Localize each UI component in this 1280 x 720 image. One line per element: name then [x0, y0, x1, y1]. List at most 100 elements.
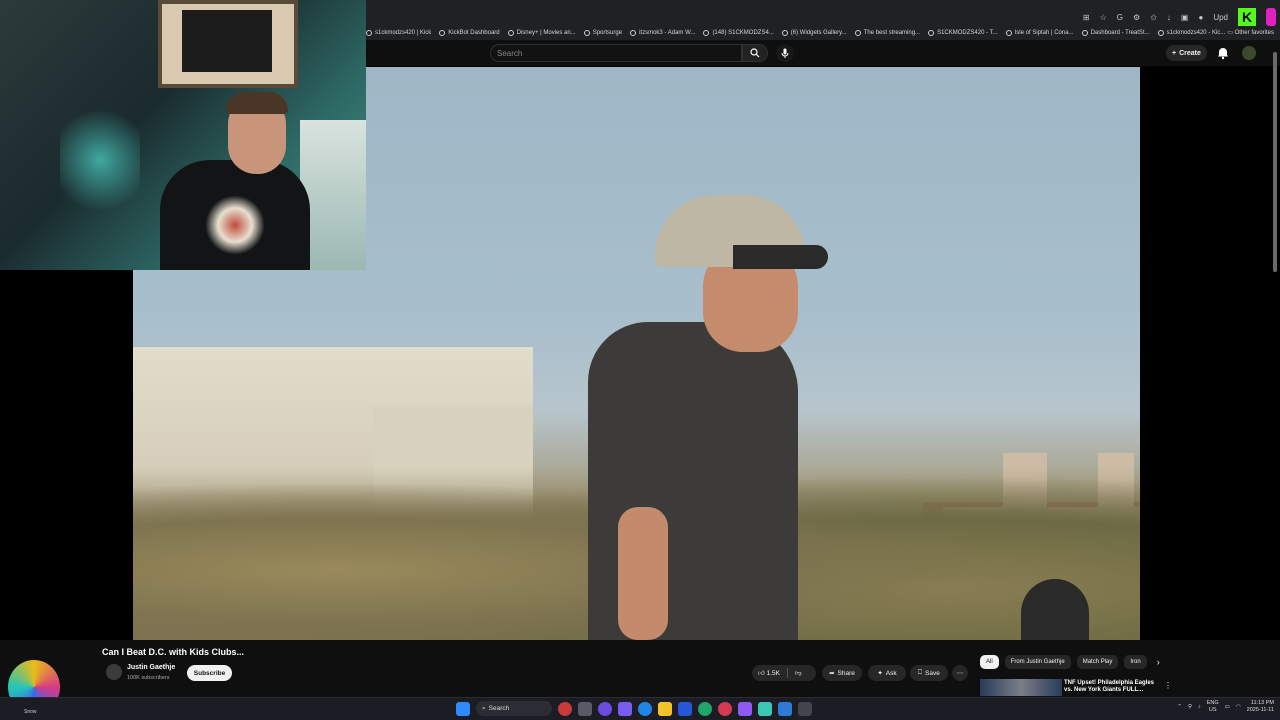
bookmark-item[interactable]: Dashboard - TreatSt...: [1081, 30, 1150, 36]
filter-chip[interactable]: All: [980, 655, 999, 669]
language-indicator[interactable]: ENG US: [1207, 700, 1219, 713]
bookmark-item[interactable]: itzsmok3 - Adam W...: [630, 30, 695, 36]
microphone-icon: [781, 48, 789, 58]
share-label: Share: [837, 669, 855, 677]
globe-icon: [1157, 30, 1164, 36]
settings-gear-icon[interactable]: ⚙: [1133, 13, 1140, 22]
bookmark-icon: ⎕: [918, 669, 923, 676]
wallet-icon[interactable]: ▣: [1181, 13, 1189, 22]
bookmark-item[interactable]: Isle of Siptah | Cona...: [1005, 30, 1074, 36]
bookmark-label: (148) S1CKMODZS4...: [712, 30, 774, 36]
bookmark-item[interactable]: S1CKMODZS420 - T...: [928, 30, 998, 36]
share-arrow-icon: ➦: [829, 670, 835, 677]
bookmark-label: s1ckmodzs420 | Kick: [375, 30, 432, 36]
recommended-video-title[interactable]: TNF Upset! Philadelphia Eagles vs. New Y…: [1064, 680, 1164, 694]
subscribe-button[interactable]: Subscribe: [187, 665, 232, 681]
search-button[interactable]: [742, 44, 768, 62]
show-hidden-icons-chevron-icon[interactable]: ⌃: [1177, 704, 1182, 710]
teams-icon[interactable]: [618, 701, 632, 716]
system-tray: ⌃ ⚲ ♪ ENG US ▭ ◠ 11:13 PM 2025-11-11: [1177, 700, 1274, 713]
account-avatar[interactable]: [1242, 46, 1256, 60]
bookmark-item[interactable]: KickBot Dashboard: [439, 30, 500, 36]
bookmarks-bar: s1ckmodzs420 | Kick KickBot Dashboard Disn…: [362, 26, 1280, 40]
download-icon[interactable]: ↓: [1167, 13, 1171, 22]
create-button[interactable]: + Create: [1166, 45, 1207, 61]
like-dislike-group: 👍︎ 1.5K 👎︎: [752, 665, 816, 681]
extensions-icon[interactable]: ⊞: [1083, 13, 1090, 22]
clock[interactable]: 11:13 PM 2025-11-11: [1247, 700, 1274, 713]
edge-browser-icon[interactable]: [638, 701, 652, 716]
store-icon[interactable]: [678, 701, 692, 716]
recommended-video-menu-icon[interactable]: ⋮: [1164, 681, 1172, 690]
sparkle-icon: ✦: [877, 670, 883, 677]
favorite-star-icon[interactable]: ☆: [1100, 13, 1107, 22]
discord-icon[interactable]: [738, 701, 752, 716]
webcam-streamer-headset: [226, 92, 288, 114]
app-icon[interactable]: [798, 701, 812, 716]
windows-start-icon[interactable]: [456, 701, 470, 716]
search-input[interactable]: Search: [490, 44, 742, 62]
bookmark-item[interactable]: s1ckmodzs420 | Kick: [366, 30, 431, 36]
filter-chip[interactable]: From Justin Gaethje: [1004, 655, 1071, 669]
bookmark-item[interactable]: (148) S1CKMODZS4...: [703, 30, 774, 36]
file-explorer-icon[interactable]: [658, 701, 672, 716]
like-button[interactable]: 👍︎ 1.5K: [758, 669, 780, 677]
language-code: ENG: [1206, 700, 1219, 706]
taskbar-app-icon[interactable]: [558, 701, 572, 716]
voice-search-button[interactable]: [776, 44, 794, 62]
bookmark-label: Dashboard - TreatSt...: [1090, 30, 1150, 36]
obs-app-icon[interactable]: [698, 701, 712, 716]
webcam-neon-light: [60, 100, 140, 220]
ask-button[interactable]: ✦ Ask: [868, 665, 906, 681]
search-icon: ⌕: [482, 704, 486, 712]
volume-icon[interactable]: ♪: [1198, 704, 1201, 710]
favorites-icon[interactable]: ✩: [1150, 13, 1157, 22]
bookmark-item[interactable]: s1ckmodzs420 - Kic...: [1157, 30, 1225, 36]
weather-label[interactable]: Snow: [24, 709, 37, 715]
other-favorites-label: Other favorites: [1234, 30, 1274, 36]
bookmark-item[interactable]: The best streaming...: [854, 30, 921, 36]
screen: ⊞ ☆ G ⚙ ✩ ↓ ▣ ● Upd K s1ckmodzs420 | Kic…: [0, 0, 1280, 720]
folder-icon: ▭: [1227, 30, 1233, 36]
other-favorites-link[interactable]: ▭ Other favorites: [1227, 29, 1274, 36]
bookmark-label: KickBot Dashboard: [448, 30, 500, 36]
dislike-button[interactable]: 👎︎: [795, 669, 802, 677]
subscriber-count: 100K subscribers: [127, 675, 170, 681]
channel-name[interactable]: Justin Gaethje: [127, 664, 175, 671]
upgrade-label[interactable]: Upd: [1213, 13, 1228, 22]
browser-extension-icon[interactable]: G: [1117, 13, 1123, 22]
video-second-person: [1021, 579, 1089, 640]
profile-avatar[interactable]: ●: [1198, 13, 1203, 22]
filter-chip[interactable]: Match Play: [1076, 655, 1119, 669]
clock-date: 2025-11-11: [1246, 706, 1274, 713]
video-person-cap-brim: [733, 245, 828, 269]
task-view-icon[interactable]: [578, 701, 592, 716]
bookmark-item[interactable]: Disney+ | Movies an...: [507, 30, 576, 36]
app-icon[interactable]: [758, 701, 772, 716]
more-actions-button[interactable]: ⋯: [952, 665, 968, 681]
taskbar-search[interactable]: ⌕ Search: [476, 701, 552, 716]
copilot-icon[interactable]: [598, 701, 612, 716]
notifications-bell-icon[interactable]: [1216, 46, 1230, 60]
bookmark-item[interactable]: (6) Widgets Gallery...: [781, 30, 847, 36]
page-scrollbar[interactable]: [1273, 52, 1277, 272]
globe-icon: [507, 30, 514, 36]
bookmark-item[interactable]: Sportsurge: [583, 30, 622, 36]
bookmark-label: The best streaming...: [863, 30, 921, 36]
network-icon[interactable]: ⚲: [1188, 704, 1192, 710]
recommended-video-thumbnail[interactable]: [980, 679, 1062, 696]
display-icon[interactable]: ▭: [1225, 704, 1230, 710]
wifi-icon[interactable]: ◠: [1236, 704, 1241, 710]
video-person-arm: [618, 507, 668, 640]
filter-chip[interactable]: Iron: [1124, 655, 1147, 669]
globe-icon: [781, 30, 788, 36]
channel-avatar[interactable]: [106, 664, 122, 680]
globe-icon: [583, 30, 590, 36]
pink-extension-icon[interactable]: [1266, 8, 1276, 26]
chevron-right-icon[interactable]: ›: [1157, 657, 1160, 667]
app-icon[interactable]: [718, 701, 732, 716]
kick-logo-icon[interactable]: K: [1238, 8, 1256, 26]
save-button[interactable]: ⎕ Save: [910, 665, 948, 681]
app-icon[interactable]: [778, 701, 792, 716]
share-button[interactable]: ➦ Share: [822, 665, 862, 681]
